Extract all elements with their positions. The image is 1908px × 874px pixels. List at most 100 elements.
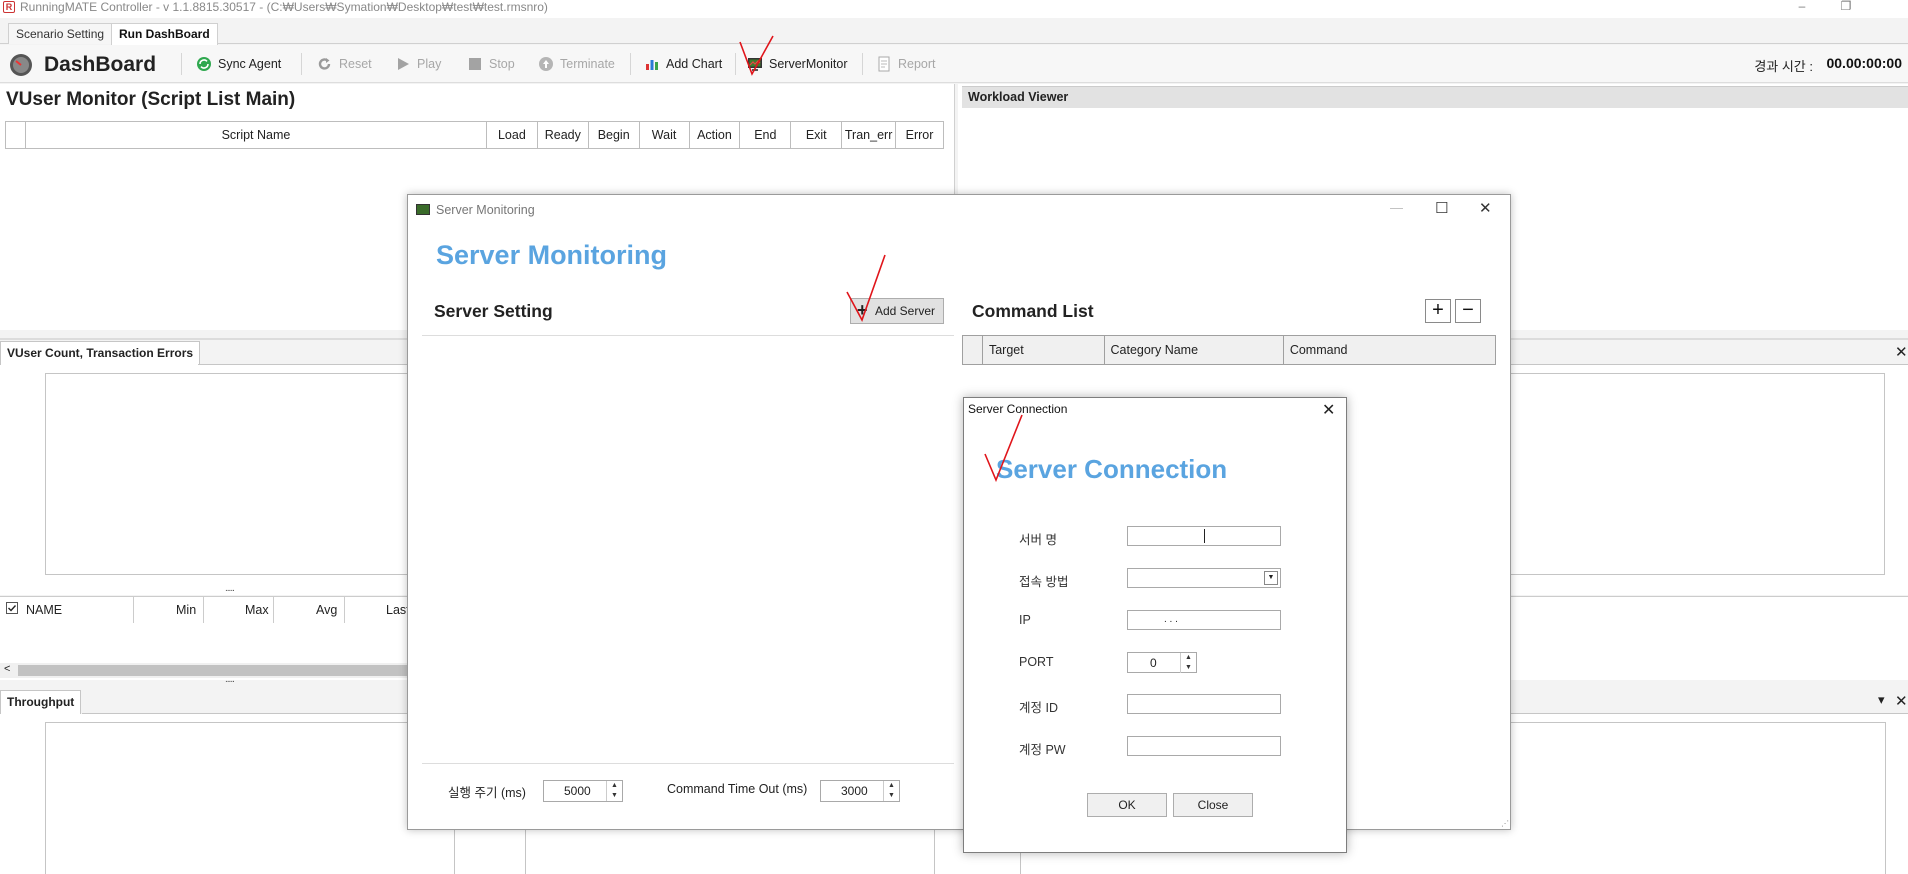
col-wait[interactable]: Wait [640, 122, 690, 148]
splitter-grip[interactable]: ..... [225, 583, 235, 594]
col-script-name[interactable]: Script Name [26, 122, 487, 148]
remove-command-button[interactable]: − [1455, 299, 1481, 323]
close-panel-button[interactable]: ✕ [1895, 692, 1908, 710]
tab-scenario-setting[interactable]: Scenario Setting [8, 23, 113, 44]
col-max[interactable]: Max [245, 603, 269, 617]
account-id-label: 계정 ID [1019, 701, 1058, 715]
col-end[interactable]: End [740, 122, 792, 148]
ip-label: IP [1019, 613, 1031, 627]
tab-vuser-count[interactable]: VUser Count, Transaction Errors [0, 341, 201, 365]
col-min[interactable]: Min [176, 603, 196, 617]
method-select[interactable]: ▼ [1127, 568, 1281, 588]
scroll-left-icon[interactable]: < [4, 663, 10, 675]
toolbar-separator [630, 53, 631, 75]
maximize-button[interactable]: ☐ [1435, 199, 1448, 217]
report-button[interactable]: Report [876, 53, 936, 75]
timeout-spinner[interactable]: 3000 ▲ ▼ [820, 780, 900, 802]
account-pw-input[interactable] [1127, 736, 1281, 756]
col-ready[interactable]: Ready [538, 122, 589, 148]
dialog-heading: Server Monitoring [436, 240, 668, 270]
workload-viewer-title: Workload Viewer [962, 86, 1908, 108]
col-name[interactable]: NAME [26, 603, 62, 617]
script-list-header: Script Name Load Ready Begin Wait Action… [5, 121, 944, 149]
col-divider [203, 597, 204, 623]
col-command[interactable]: Command [1284, 336, 1495, 364]
col-action[interactable]: Action [690, 122, 741, 148]
spinner-arrows-icon[interactable]: ▲ ▼ [606, 781, 622, 801]
spinner-arrows-icon[interactable]: ▲ ▼ [1180, 653, 1196, 673]
ip-input[interactable]: . . . [1127, 610, 1281, 630]
col-error[interactable]: Error [896, 122, 943, 148]
play-icon [398, 58, 409, 70]
col-tran-err[interactable]: Tran_err [842, 122, 897, 148]
toolbar: DashBoard Sync Agent Reset Play Stop Ter… [0, 45, 1908, 83]
row-selector-header [6, 122, 26, 148]
vuser-monitor-title: VUser Monitor (Script List Main) [6, 89, 296, 110]
toolbar-separator [862, 53, 863, 75]
toolbar-separator [735, 53, 736, 75]
divider [422, 763, 954, 764]
col-begin[interactable]: Begin [589, 122, 640, 148]
tab-throughput[interactable]: Throughput [0, 690, 82, 714]
select-all-checkbox[interactable] [6, 602, 18, 614]
method-label: 접속 방법 [1019, 575, 1069, 589]
col-target[interactable]: Target [983, 336, 1105, 364]
interval-spinner[interactable]: 5000 ▲ ▼ [543, 780, 623, 802]
close-panel-button[interactable]: ✕ [1895, 343, 1908, 361]
toolbar-separator [181, 53, 182, 75]
throughput-plot-1 [45, 722, 455, 874]
minimize-button[interactable]: – [1792, 0, 1812, 14]
port-value: 0 [1150, 656, 1157, 670]
terminate-icon [539, 57, 553, 71]
play-button[interactable]: Play [395, 53, 441, 75]
col-load[interactable]: Load [487, 122, 538, 148]
divider [422, 335, 954, 336]
ok-button[interactable]: OK [1087, 793, 1167, 817]
tab-run-dashboard[interactable]: Run DashBoard [111, 23, 218, 45]
add-command-button[interactable]: + [1425, 299, 1451, 323]
scrollbar-thumb[interactable] [18, 665, 408, 676]
command-list-header: Target Category Name Command [962, 335, 1496, 365]
port-spinner[interactable]: 0 ▲ ▼ [1127, 652, 1197, 673]
pin-panel-button[interactable]: ▾ [1878, 692, 1885, 708]
dialog-window-title: Server Monitoring [436, 203, 535, 217]
annotation-check-mark [739, 35, 774, 76]
command-list-title: Command List [972, 301, 1094, 321]
server-name-input[interactable] [1127, 526, 1281, 546]
add-chart-button[interactable]: Add Chart [644, 53, 722, 75]
close-dialog-button[interactable]: Close [1173, 793, 1253, 817]
reset-icon [318, 58, 331, 70]
stop-icon [469, 58, 481, 70]
minimize-button[interactable]: — [1390, 200, 1403, 215]
stop-button[interactable]: Stop [467, 53, 515, 75]
elapsed-time-label: 경과 시간 : [1754, 59, 1813, 74]
dialog-heading: Server Connection [996, 454, 1228, 484]
splitter-grip[interactable]: ..... [225, 674, 235, 685]
horizontal-scrollbar[interactable]: < [0, 663, 410, 678]
chevron-down-icon[interactable]: ▼ [1264, 571, 1278, 585]
account-id-input[interactable] [1127, 694, 1281, 714]
close-button[interactable]: ✕ [1479, 199, 1492, 217]
spinner-arrows-icon[interactable]: ▲ ▼ [883, 781, 899, 801]
row-selector-header [963, 336, 983, 364]
interval-label: 실행 주기 (ms) [448, 786, 526, 800]
resize-grip-icon[interactable]: ⋰ [1501, 819, 1509, 828]
terminate-button[interactable]: Terminate [538, 53, 615, 75]
title-bar: R RunningMATE Controller - v 1.1.8815.30… [0, 0, 1908, 18]
port-label: PORT [1019, 655, 1054, 669]
timeout-value: 3000 [841, 784, 868, 798]
col-category-name[interactable]: Category Name [1105, 336, 1284, 364]
report-icon [878, 56, 890, 72]
col-divider [273, 597, 274, 623]
reset-button[interactable]: Reset [317, 53, 372, 75]
col-exit[interactable]: Exit [791, 122, 843, 148]
col-avg[interactable]: Avg [316, 603, 337, 617]
monitor-icon [416, 204, 430, 215]
sync-agent-button[interactable]: Sync Agent [196, 53, 281, 75]
annotation-check-mark [984, 414, 1023, 482]
server-setting-title: Server Setting [434, 301, 553, 321]
dashboard-gauge-icon [10, 54, 32, 76]
text-caret [1204, 529, 1205, 543]
restore-button[interactable]: ❐ [1836, 0, 1856, 14]
close-button[interactable]: ✕ [1322, 400, 1335, 420]
